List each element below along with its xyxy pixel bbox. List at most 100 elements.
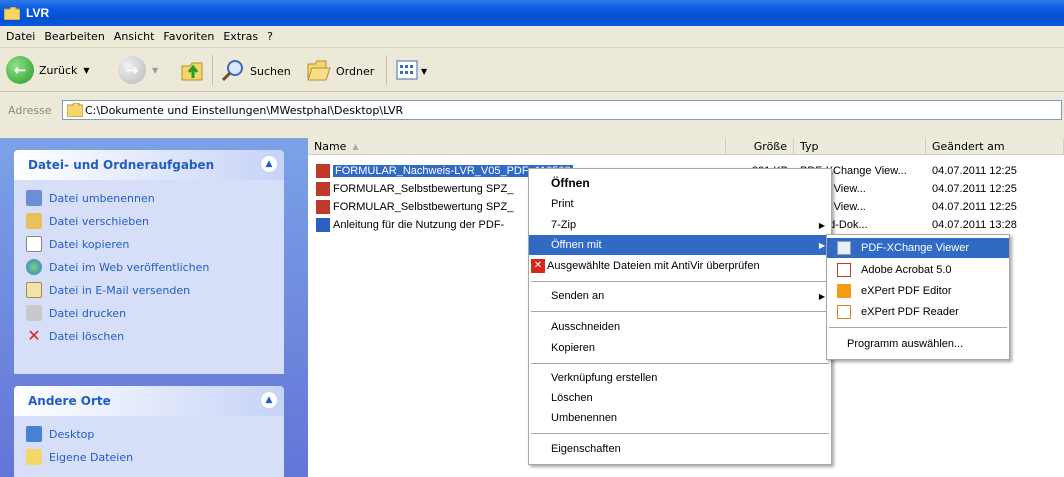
menu-ansicht[interactable]: Ansicht [112,30,162,43]
menu-help[interactable]: ? [265,30,280,43]
submenu-expert-reader[interactable]: eXPert PDF Reader [827,302,1009,322]
open-with-submenu: PDF-XChange Viewer Adobe Acrobat 5.0 eXP… [826,234,1010,360]
column-modified-label: Geändert am [932,139,1005,153]
address-bar: Adresse C:\Dokumente und Einstellungen\M… [0,92,1064,138]
chevron-down-icon[interactable]: ▼ [152,66,158,75]
menu-delete[interactable]: Löschen [529,388,831,408]
menu-favoriten[interactable]: Favoriten [161,30,221,43]
menu-properties[interactable]: Eigenschaften [529,439,831,459]
menu-label: Senden an [551,290,605,302]
submenu-expert-editor[interactable]: eXPert PDF Editor [827,281,1009,301]
menu-extras[interactable]: Extras [221,30,265,43]
submenu-pdf-xchange[interactable]: PDF-XChange Viewer [827,238,1009,258]
column-size[interactable]: Größe [726,138,794,155]
toolbar: ← Zurück ▼ → ▼ Suchen Ordner ▼ [0,48,1064,92]
views-button[interactable]: ▼ [396,60,427,83]
menu-cut[interactable]: Ausschneiden [529,317,831,337]
desktop-icon [26,426,42,442]
column-name-label: Name [314,139,347,153]
folders-label: Ordner [336,65,375,78]
address-input[interactable]: C:\Dokumente und Einstellungen\MWestphal… [62,100,1062,120]
back-arrow-icon: ← [6,56,34,84]
folder-icon [26,449,42,465]
task-print[interactable]: Datei drucken [26,305,126,321]
task-label: Datei verschieben [49,214,149,228]
file-row[interactable]: Anleitung für die Nutzung der PDF- [316,216,504,234]
menu-bar: Datei Bearbeiten Ansicht Favoriten Extra… [0,26,1064,48]
column-type[interactable]: Typ [794,138,926,155]
folder-icon [3,6,21,21]
expert-reader-icon [837,305,851,319]
column-size-label: Größe [753,139,787,153]
pdf-file-icon [316,200,330,214]
submenu-choose-program[interactable]: Programm auswählen... [827,334,1009,354]
menu-datei[interactable]: Datei [4,30,42,43]
task-move[interactable]: Datei verschieben [26,213,149,229]
menu-label: Ausgewählte Dateien mit AntiVir überprüf… [547,260,760,272]
task-rename[interactable]: Datei umbenennen [26,190,155,206]
menu-create-shortcut[interactable]: Verknüpfung erstellen [529,368,831,388]
collapse-chevron-icon[interactable]: ▲ [260,391,278,409]
menu-label: Kopieren [551,342,596,354]
folders-button[interactable]: Ordner [306,58,374,85]
place-desktop[interactable]: Desktop [26,426,94,442]
task-copy[interactable]: Datei kopieren [26,236,129,252]
menu-antivir[interactable]: ✕ Ausgewählte Dateien mit AntiVir überpr… [529,256,831,276]
other-places-header[interactable]: Andere Orte ▲ [14,386,284,416]
menu-print[interactable]: Print [529,194,831,214]
file-name: FORMULAR_Selbstbewertung SPZ_ [333,183,514,195]
task-email[interactable]: Datei in E-Mail versenden [26,282,190,298]
folders-icon [306,58,332,85]
menu-label: Eigenschaften [551,443,621,455]
menu-label: Löschen [551,392,593,404]
folder-up-icon [180,58,206,85]
menu-label: Umbenennen [551,412,618,424]
file-modified: 04.07.2011 12:25 [932,165,1017,177]
back-button[interactable]: ← Zurück ▼ [6,56,90,84]
menu-label: Öffnen mit [551,239,602,251]
tasks-panel-header[interactable]: Datei- und Ordneraufgaben ▲ [14,150,284,180]
menu-label: eXPert PDF Reader [861,306,959,318]
menu-rename[interactable]: Umbenennen [529,408,831,428]
rename-icon [26,190,42,206]
menu-bearbeiten[interactable]: Bearbeiten [42,30,111,43]
menu-open-with[interactable]: Öffnen mit ▶ [529,235,831,255]
place-label: Desktop [49,427,95,441]
submenu-adobe-acrobat[interactable]: Adobe Acrobat 5.0 [827,260,1009,280]
file-row[interactable]: FORMULAR_Selbstbewertung SPZ_ [316,180,513,198]
word-file-icon [316,218,330,232]
folder-icon [66,102,84,120]
task-label: Datei kopieren [49,237,130,251]
menu-open[interactable]: Öffnen [529,173,831,193]
column-name[interactable]: Name ▲ [308,138,726,155]
file-modified: 04.07.2011 13:28 [932,219,1017,231]
place-my-documents[interactable]: Eigene Dateien [26,449,133,465]
task-publish-web[interactable]: Datei im Web veröffentlichen [26,259,209,275]
delete-x-icon: ✕ [27,326,41,345]
sort-up-icon: ▲ [352,141,359,151]
chevron-down-icon[interactable]: ▼ [421,67,427,76]
menu-7zip[interactable]: 7-Zip ▶ [529,215,831,235]
chevron-down-icon[interactable]: ▼ [83,66,89,75]
menu-label: eXPert PDF Editor [861,285,952,297]
menu-label: Ausschneiden [551,321,621,333]
move-icon [26,213,42,229]
column-type-label: Typ [800,139,819,153]
up-button[interactable] [180,58,206,85]
forward-button[interactable]: → ▼ [118,56,158,84]
pdf-file-icon [316,182,330,196]
file-row[interactable]: FORMULAR_Selbstbewertung SPZ_ [316,198,513,216]
task-label: Datei im Web veröffentlichen [49,260,210,274]
file-name: Anleitung für die Nutzung der PDF- [333,219,505,231]
column-modified[interactable]: Geändert am [926,138,1064,155]
other-places-title: Andere Orte [28,394,111,408]
task-pane: Datei- und Ordneraufgaben ▲ Datei umbene… [0,138,308,477]
collapse-chevron-icon[interactable]: ▲ [260,155,278,173]
views-icon [396,60,418,83]
file-name: FORMULAR_Selbstbewertung SPZ_ [333,201,514,213]
menu-send-to[interactable]: Senden an ▶ [529,286,831,306]
search-button[interactable]: Suchen [220,58,291,85]
menu-copy[interactable]: Kopieren [529,338,831,358]
menu-label: Öffnen [551,176,590,190]
task-delete[interactable]: ✕ Datei löschen [26,328,124,344]
